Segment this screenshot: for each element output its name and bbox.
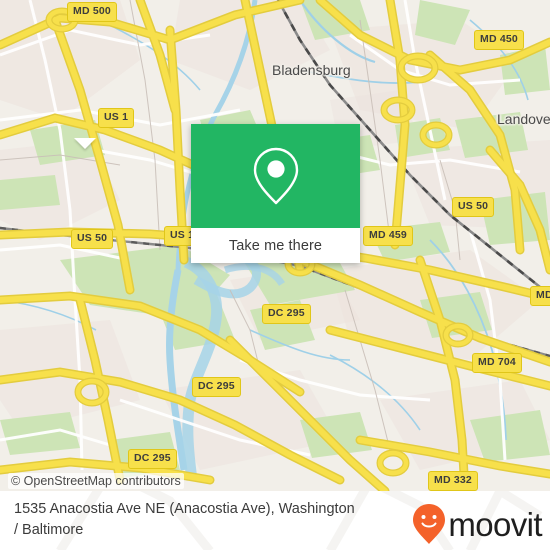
highway-shield-us-1-north: US 1 (98, 108, 135, 128)
card-image-panel (191, 124, 360, 228)
highway-shield-dc-295-lower: DC 295 (128, 449, 177, 469)
highway-shield-md-500: MD 500 (67, 2, 117, 22)
take-me-there-button[interactable]: Take me there (191, 228, 360, 263)
callout-pointer-tail (74, 138, 96, 149)
highway-shield-md-704: MD 704 (472, 353, 522, 373)
moovit-wordmark: moovit (448, 505, 542, 543)
highway-shield-dc-295-mid: DC 295 (192, 377, 241, 397)
moovit-map-screenshot: Bladensburg Landover MD 500 MD 450 US 1 … (0, 0, 550, 550)
map-pin-icon-wrap (191, 124, 360, 228)
moovit-brand-logo[interactable]: moovit (411, 503, 543, 545)
location-callout-card[interactable]: Take me there (191, 124, 360, 263)
bottom-info-bar: 1535 Anacostia Ave NE (Anacostia Ave), W… (0, 491, 550, 550)
moovit-smiley-pin-icon (413, 504, 446, 544)
place-label-landover: Landover (497, 111, 550, 127)
osm-attribution[interactable]: © OpenStreetMap contributors (8, 473, 184, 489)
address-line-1: 1535 Anacostia Ave NE (Anacostia Ave), W… (14, 501, 355, 517)
highway-shield-md-332: MD 332 (428, 471, 478, 491)
map-pin-icon (253, 147, 298, 205)
highway-shield-us-50-east: US 50 (452, 197, 495, 217)
place-label-bladensburg: Bladensburg (272, 62, 351, 78)
highway-shield-md-459: MD 459 (363, 226, 413, 246)
address-line-2: / Baltimore (14, 521, 84, 538)
take-me-there-label: Take me there (228, 237, 323, 254)
highway-shield-md-450: MD 450 (474, 30, 524, 50)
highway-shield-md-clipped: MD (530, 286, 550, 306)
highway-shield-us-50-west: US 50 (71, 229, 114, 249)
address-text: 1535 Anacostia Ave NE (Anacostia Ave), W… (14, 499, 414, 540)
highway-shield-dc-295-upper: DC 295 (262, 304, 311, 324)
